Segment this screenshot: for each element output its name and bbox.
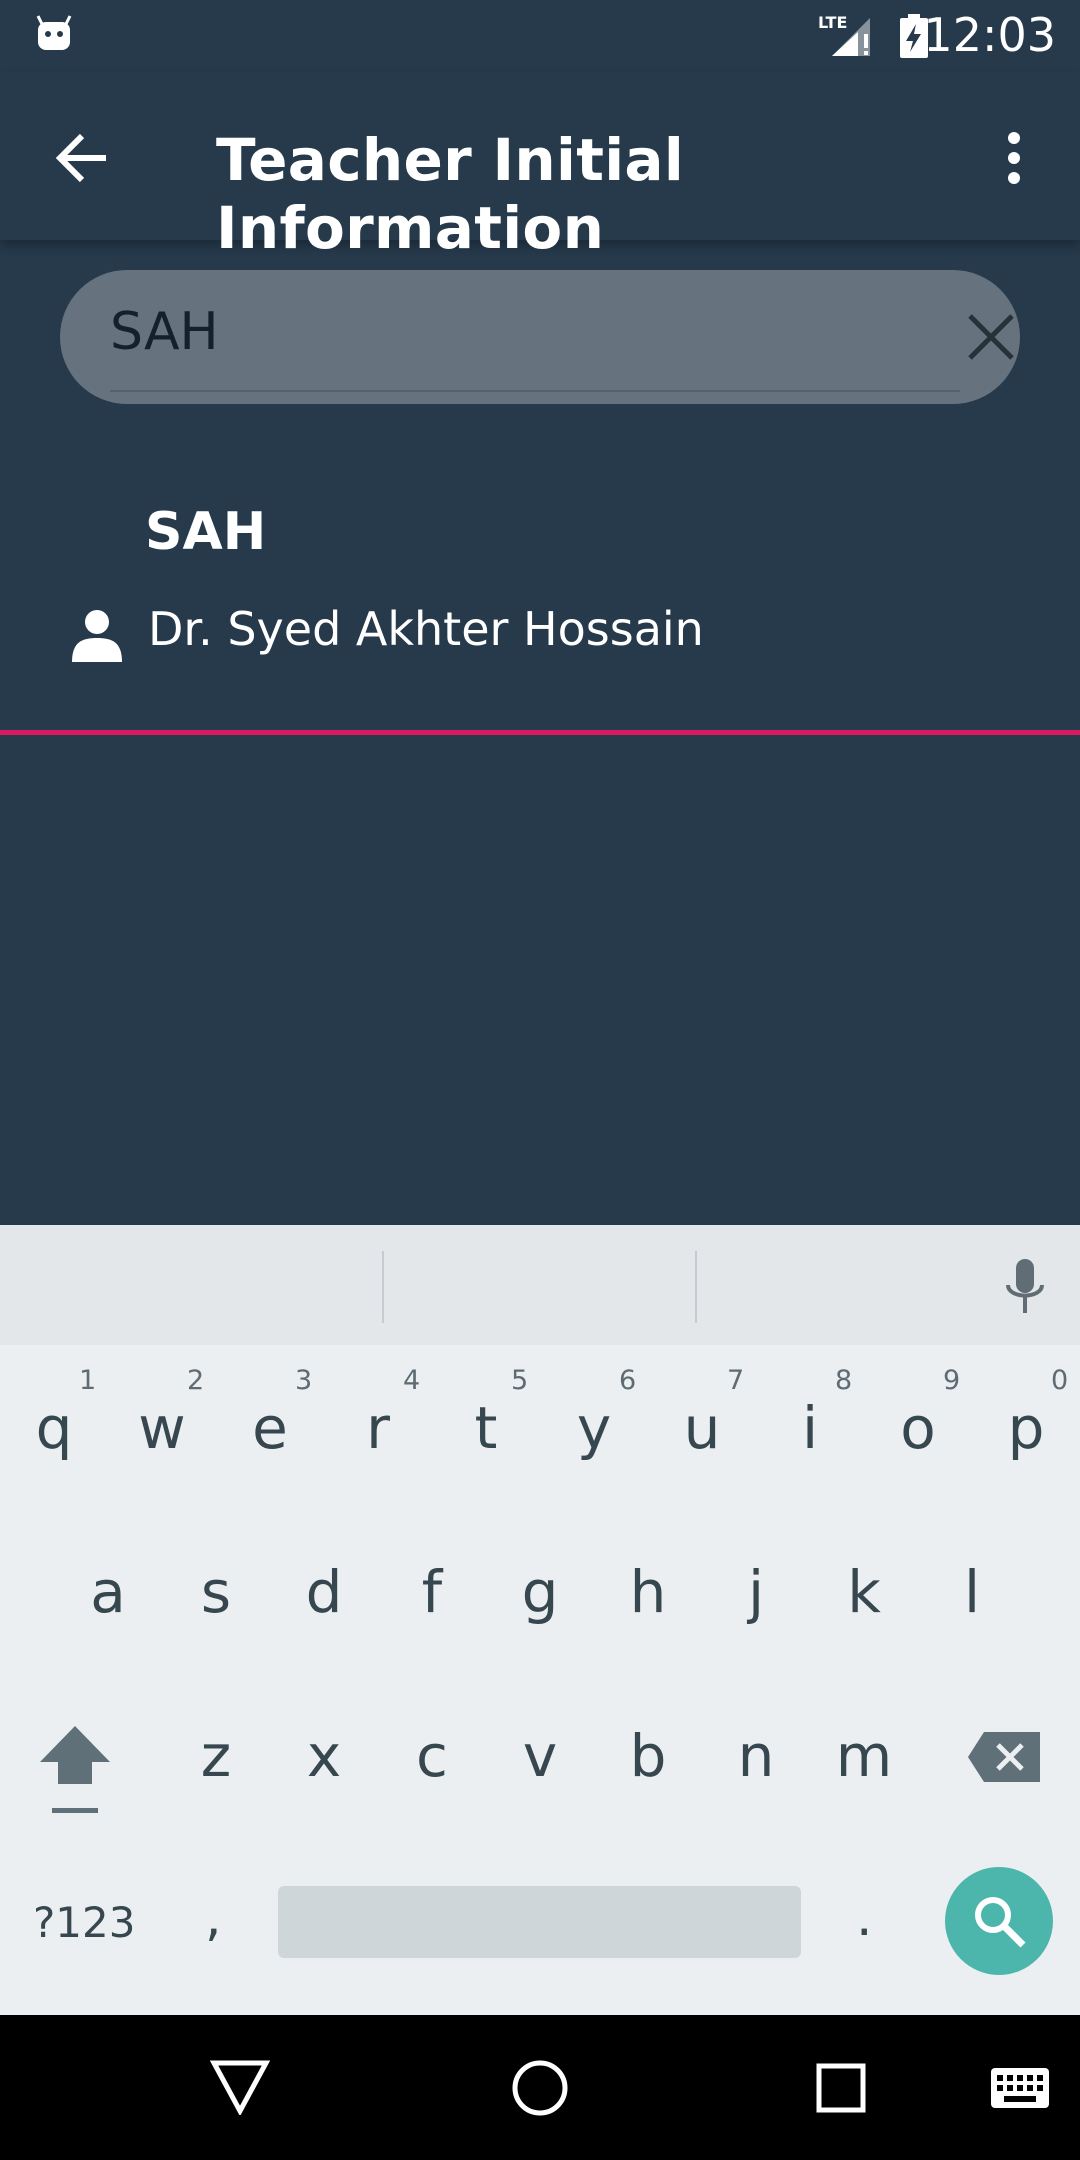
teacher-name: Dr. Syed Akhter Hossain	[148, 602, 704, 656]
search-query[interactable]: SAH	[110, 302, 219, 362]
key-hint: 2	[187, 1365, 205, 1396]
key-t[interactable]: t	[436, 1394, 536, 1462]
key-hint: 7	[727, 1365, 745, 1396]
person-icon	[72, 610, 122, 662]
back-triangle-icon[interactable]	[210, 2059, 270, 2115]
key-g[interactable]: g	[490, 1558, 590, 1626]
more-vert-icon[interactable]	[984, 128, 1044, 188]
page-title: Teacher Initial Information	[216, 126, 685, 262]
key-u[interactable]: u	[652, 1394, 752, 1462]
list-item[interactable]: SAH Dr. Syed Akhter Hossain	[0, 470, 1080, 736]
home-circle-icon[interactable]	[510, 2058, 570, 2118]
key-k[interactable]: k	[814, 1558, 914, 1626]
key-l[interactable]: l	[922, 1558, 1022, 1626]
search-action-key[interactable]	[945, 1867, 1053, 1975]
key-y[interactable]: y	[544, 1394, 644, 1462]
shift-icon[interactable]	[38, 1722, 112, 1818]
space-key[interactable]	[278, 1886, 801, 1958]
suggestion-separator	[695, 1251, 697, 1323]
key-i[interactable]: i	[760, 1394, 860, 1462]
comma-key[interactable]: ,	[205, 1888, 222, 1948]
mic-icon[interactable]	[1000, 1257, 1050, 1317]
android-debug-icon	[36, 15, 72, 50]
backspace-icon[interactable]	[966, 1730, 1042, 1784]
search-input[interactable]: SAH	[60, 270, 1020, 404]
key-a[interactable]: a	[58, 1558, 158, 1626]
close-icon[interactable]	[960, 306, 1022, 368]
divider	[0, 730, 1080, 735]
keyboard-switch-icon[interactable]	[990, 2067, 1050, 2109]
back-arrow-icon[interactable]	[50, 126, 114, 190]
search-icon	[975, 1897, 1026, 1948]
period-key[interactable]: .	[856, 1888, 873, 1948]
recents-square-icon[interactable]	[815, 2062, 867, 2114]
key-j[interactable]: j	[706, 1558, 806, 1626]
suggestion-strip	[0, 1225, 1080, 1345]
key-o[interactable]: o	[868, 1394, 968, 1462]
key-r[interactable]: r	[328, 1394, 428, 1462]
key-hint: 4	[403, 1365, 421, 1396]
status-bar: LTE 12:03	[0, 0, 1080, 72]
key-hint: 3	[295, 1365, 313, 1396]
key-d[interactable]: d	[274, 1558, 374, 1626]
key-e[interactable]: e	[220, 1394, 320, 1462]
status-time: 12:03	[923, 8, 1056, 62]
teacher-initial: SAH	[145, 502, 267, 562]
key-v[interactable]: v	[490, 1722, 590, 1790]
key-n[interactable]: n	[706, 1722, 806, 1790]
key-hint: 9	[943, 1365, 961, 1396]
key-c[interactable]: c	[382, 1722, 482, 1790]
lte-signal-icon: LTE	[818, 13, 870, 56]
key-w[interactable]: w	[112, 1394, 212, 1462]
key-z[interactable]: z	[166, 1722, 266, 1790]
search-underline	[110, 390, 960, 392]
key-q[interactable]: q	[4, 1394, 104, 1462]
key-hint: 0	[1051, 1365, 1069, 1396]
key-m[interactable]: m	[814, 1722, 914, 1790]
key-f[interactable]: f	[382, 1558, 482, 1626]
app-bar: Teacher Initial Information	[0, 72, 1080, 262]
key-hint: 1	[79, 1365, 97, 1396]
suggestion-separator	[382, 1251, 384, 1323]
key-b[interactable]: b	[598, 1722, 698, 1790]
key-s[interactable]: s	[166, 1558, 266, 1626]
svg-text:LTE: LTE	[818, 13, 847, 32]
key-hint: 8	[835, 1365, 853, 1396]
key-x[interactable]: x	[274, 1722, 374, 1790]
key-hint: 6	[619, 1365, 637, 1396]
key-p[interactable]: p	[976, 1394, 1076, 1462]
symbols-key[interactable]: ?123	[33, 1898, 135, 1947]
system-nav-bar	[0, 2015, 1080, 2160]
key-h[interactable]: h	[598, 1558, 698, 1626]
key-hint: 5	[511, 1365, 529, 1396]
